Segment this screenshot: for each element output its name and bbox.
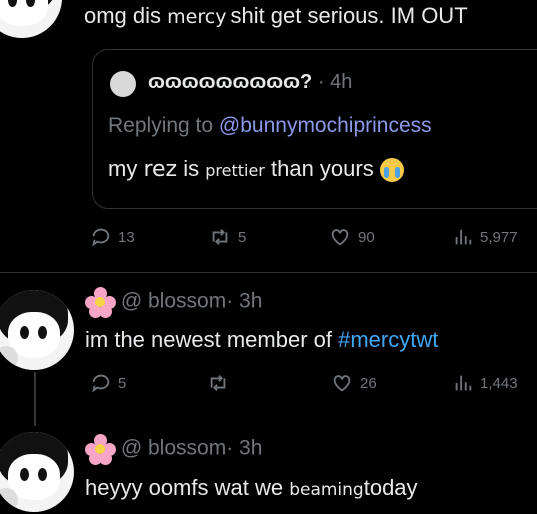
- tweet-text-part: shit get serious. IM OUT: [230, 3, 468, 28]
- reply2-text: heyyy oomfs wat we beamingtoday: [85, 475, 418, 501]
- tweet-text-part: omg dis: [84, 3, 168, 28]
- quoted-body-part: my: [108, 156, 144, 181]
- reply-count: 13: [118, 228, 135, 246]
- reply2-text-beaming: beaming: [289, 480, 364, 500]
- quoted-avatar[interactable]: [110, 71, 136, 97]
- quoted-display-name[interactable]: ɷɷɷɷɷɷɷɷɷ?: [148, 71, 312, 93]
- repost-count: 5: [238, 228, 247, 246]
- like-button[interactable]: 90: [328, 226, 375, 248]
- reply-count: 5: [118, 374, 127, 392]
- replying-handle-link[interactable]: @bunnymochiprincess: [219, 114, 432, 137]
- reply1-like-button[interactable]: 26: [330, 372, 377, 394]
- views-count: 1,443: [480, 374, 518, 392]
- flower-emoji-icon: [85, 434, 116, 465]
- reply-button[interactable]: 13: [90, 226, 135, 248]
- reply1-text-part: im the newest member of: [85, 327, 339, 352]
- reply1-views-button[interactable]: 1,443: [452, 372, 518, 394]
- reply1-time: 3h: [239, 289, 263, 313]
- reply2-text-part: heyyy oomfs wat we: [85, 475, 290, 500]
- reply2-header: @ blossom· 3h: [85, 434, 263, 465]
- reply1-reply-button[interactable]: 5: [90, 372, 126, 394]
- avatar-top[interactable]: [0, 0, 62, 38]
- quoted-header: ɷɷɷɷɷɷɷɷɷ? · 4h: [148, 71, 352, 94]
- avatar-reply-1[interactable]: [0, 290, 74, 370]
- like-icon: [333, 375, 351, 392]
- reply1-repost-button[interactable]: [206, 372, 236, 394]
- crying-emoji-icon: [379, 158, 404, 183]
- quoted-body-rez: rez: [143, 157, 178, 182]
- quoted-time: 4h: [330, 71, 353, 93]
- like-count: 90: [358, 228, 375, 246]
- reply2-handle[interactable]: @ blossom: [121, 437, 226, 460]
- views-count: 5,977: [480, 228, 518, 246]
- like-count: 26: [360, 374, 377, 392]
- like-icon: [331, 229, 349, 246]
- reply2-text-part: today: [363, 475, 418, 500]
- reply2-time: 3h: [239, 436, 263, 460]
- reply1-handle[interactable]: @ blossom: [121, 290, 226, 313]
- reply1-text: im the newest member of #mercytwt: [85, 327, 438, 353]
- quoted-body-part: than yours: [264, 156, 374, 181]
- separator-dot: ·: [226, 289, 234, 313]
- thread-line: [34, 372, 36, 426]
- separator-dot: ·: [317, 71, 325, 93]
- avatar-reply-2[interactable]: [0, 432, 74, 512]
- divider: [0, 272, 537, 273]
- replying-label: Replying to: [108, 114, 219, 137]
- separator-dot: ·: [226, 436, 234, 460]
- tweet-text-mercy: mercy: [167, 6, 227, 28]
- quoted-tweet[interactable]: ɷɷɷɷɷɷɷɷɷ? · 4h Replying to @bunnymochip…: [92, 49, 537, 209]
- reply-icon: [92, 228, 110, 247]
- replying-to: Replying to @bunnymochiprincess: [108, 114, 432, 138]
- quoted-body-prettier: prettier: [205, 161, 265, 180]
- repost-icon: [212, 229, 228, 245]
- reply-icon: [92, 374, 110, 393]
- reply1-header: @ blossom· 3h: [85, 287, 263, 318]
- tweet-text: omg dis mercy shit get serious. IM OUT: [84, 3, 468, 29]
- hashtag-link[interactable]: #mercytwt: [338, 327, 438, 352]
- quoted-body: my rez is prettier than yours: [108, 156, 404, 183]
- repost-button[interactable]: 5: [208, 226, 246, 248]
- views-button[interactable]: 5,977: [452, 226, 518, 248]
- views-icon: [455, 375, 472, 391]
- flower-emoji-icon: [85, 287, 116, 318]
- repost-icon: [210, 375, 226, 391]
- quoted-body-part: is: [177, 156, 206, 181]
- views-icon: [455, 229, 472, 245]
